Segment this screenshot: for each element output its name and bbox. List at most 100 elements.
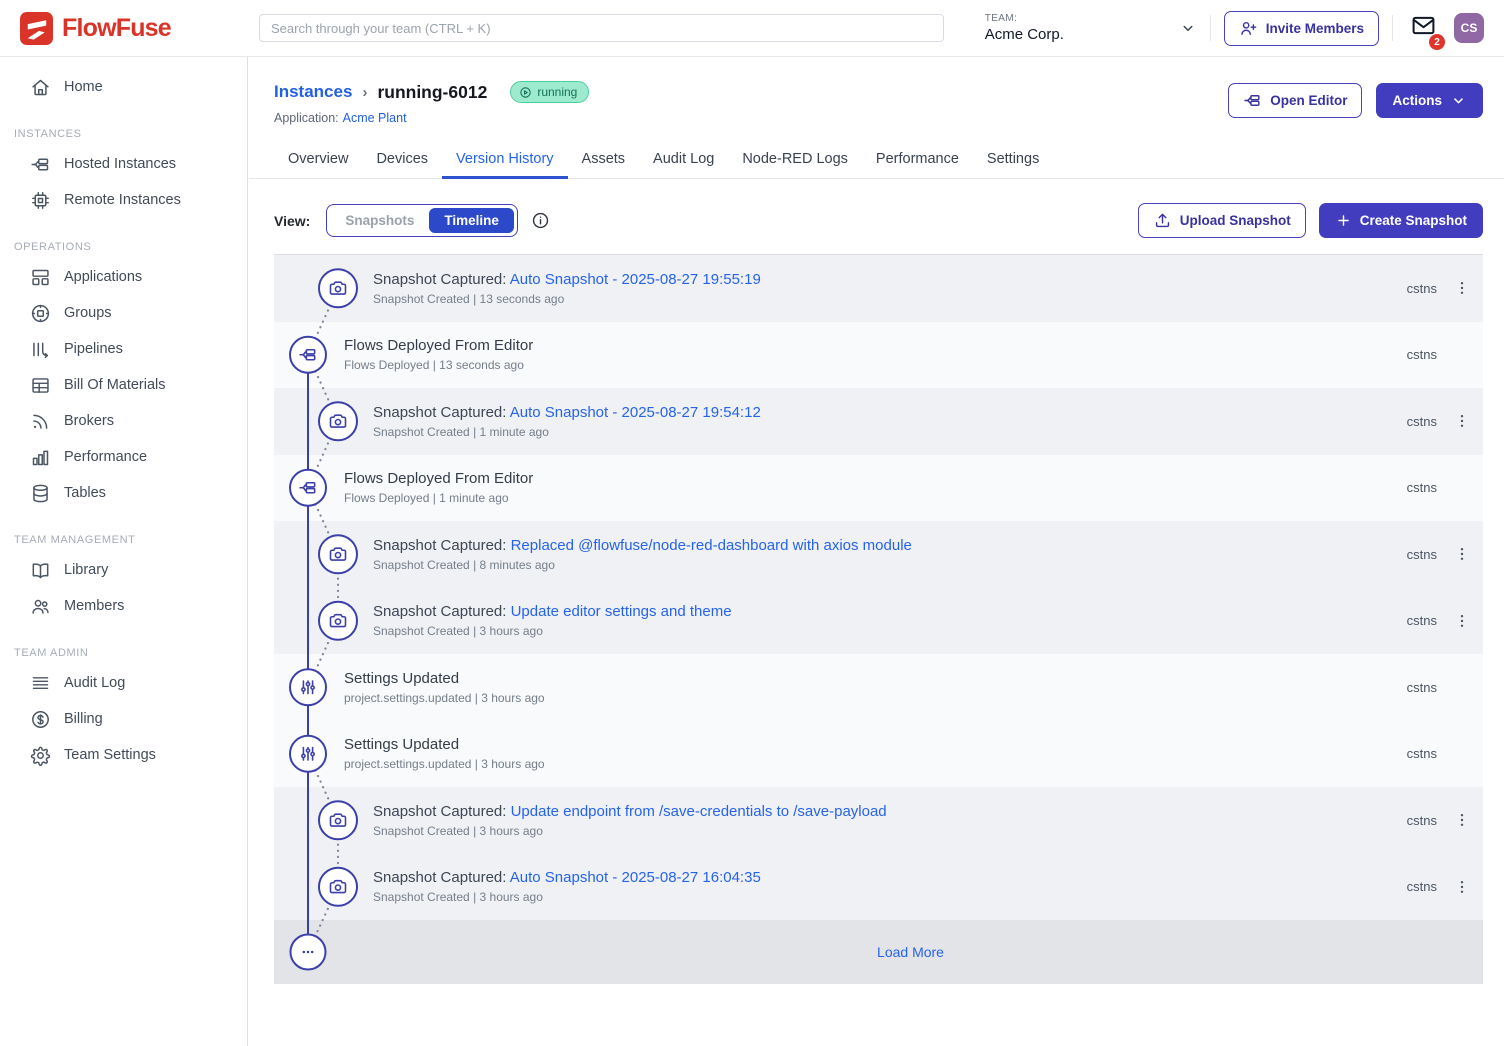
sidebar-item-label: Groups — [64, 305, 112, 321]
kebab-menu-button[interactable] — [1453, 611, 1471, 631]
invite-members-button[interactable]: Invite Members — [1224, 11, 1379, 46]
event-title: Snapshot Captured: Auto Snapshot - 2025-… — [373, 271, 761, 288]
sidebar-item-hosted-instances[interactable]: Hosted Instances — [0, 146, 247, 182]
sidebar-item-home[interactable]: Home — [0, 69, 247, 105]
open-editor-button[interactable]: Open Editor — [1228, 83, 1362, 118]
load-more-link[interactable]: Load More — [877, 944, 944, 960]
tab-audit-log[interactable]: Audit Log — [639, 142, 728, 178]
sidebar-item-remote-instances[interactable]: Remote Instances — [0, 182, 247, 218]
kebab-icon — [1453, 612, 1471, 630]
flowfuse-logo[interactable]: FlowFuse — [0, 12, 248, 45]
snapshot-link[interactable]: Replaced @flowfuse/node-red-dashboard wi… — [511, 537, 912, 554]
plus-icon — [1335, 212, 1352, 229]
event-title: Flows Deployed From Editor — [344, 337, 533, 354]
notifications-button[interactable]: 2 — [1410, 12, 1437, 44]
toggle-timeline[interactable]: Timeline — [429, 208, 514, 233]
tab-performance[interactable]: Performance — [862, 142, 973, 178]
actions-button[interactable]: Actions — [1376, 83, 1483, 118]
sidebar-item-billing[interactable]: Billing — [0, 701, 247, 737]
timeline-row: Snapshot Captured: Auto Snapshot - 2025-… — [274, 388, 1483, 455]
sidebar-item-label: Audit Log — [64, 675, 125, 691]
info-icon[interactable] — [531, 211, 550, 230]
event-user: cstns — [1407, 547, 1437, 562]
sidebar-item-audit-log[interactable]: Audit Log — [0, 665, 247, 701]
kebab-menu-button[interactable] — [1453, 810, 1471, 830]
sidebar-item-pipelines[interactable]: Pipelines — [0, 331, 247, 367]
avatar[interactable]: CS — [1454, 13, 1484, 43]
event-title-prefix: Snapshot Captured: — [373, 537, 511, 554]
search-input[interactable] — [259, 14, 944, 42]
kebab-icon — [1453, 811, 1471, 829]
sidebar-section-team-admin: TEAM ADMIN — [14, 647, 247, 659]
event-meta: Snapshot Created | 8 minutes ago — [373, 558, 912, 572]
event-body: Snapshot Captured: Auto Snapshot - 2025-… — [373, 271, 761, 306]
event-meta: Snapshot Created | 1 minute ago — [373, 425, 761, 439]
snapshot-link[interactable]: Auto Snapshot - 2025-08-27 16:04:35 — [510, 869, 761, 886]
tab-node-red-logs[interactable]: Node-RED Logs — [728, 142, 862, 178]
gear-icon — [30, 745, 51, 766]
divider — [1392, 15, 1393, 41]
toggle-snapshots[interactable]: Snapshots — [330, 208, 429, 233]
sidebar-item-performance[interactable]: Performance — [0, 439, 247, 475]
tab-devices[interactable]: Devices — [362, 142, 442, 178]
timeline-row: Settings Updatedproject.settings.updated… — [274, 721, 1483, 788]
broker-icon — [30, 411, 51, 432]
performance-icon — [30, 447, 51, 468]
event-right: cstns — [1407, 278, 1483, 298]
tables-icon — [30, 483, 51, 504]
sidebar-item-team-settings[interactable]: Team Settings — [0, 737, 247, 773]
event-user: cstns — [1407, 480, 1437, 495]
tab-bar: OverviewDevicesVersion HistoryAssetsAudi… — [249, 142, 1504, 179]
application-link[interactable]: Acme Plant — [343, 111, 407, 125]
sidebar-item-library[interactable]: Library — [0, 552, 247, 588]
team-selector[interactable]: TEAM: Acme Corp. — [985, 13, 1197, 43]
kebab-menu-button[interactable] — [1453, 278, 1471, 298]
open-editor-label: Open Editor — [1270, 93, 1347, 108]
upload-snapshot-button[interactable]: Upload Snapshot — [1138, 203, 1306, 238]
team-label: TEAM: — [985, 13, 1064, 24]
sidebar-item-groups[interactable]: Groups — [0, 295, 247, 331]
home-icon — [30, 77, 51, 98]
event-title-prefix: Snapshot Captured: — [373, 404, 510, 421]
kebab-menu-button[interactable] — [1453, 411, 1471, 431]
instance-name: running-6012 — [377, 82, 487, 103]
event-user: cstns — [1407, 347, 1437, 362]
event-title-prefix: Snapshot Captured: — [373, 869, 510, 886]
play-circle-icon — [519, 86, 532, 99]
snapshot-link[interactable]: Update editor settings and theme — [511, 603, 732, 620]
event-title: Settings Updated — [344, 736, 545, 753]
sidebar-item-members[interactable]: Members — [0, 588, 247, 624]
sidebar-item-label: Home — [64, 79, 103, 95]
tab-assets[interactable]: Assets — [568, 142, 640, 178]
sidebar: HomeINSTANCESHosted InstancesRemote Inst… — [0, 57, 248, 1046]
snapshot-link[interactable]: Update endpoint from /save-credentials t… — [511, 803, 887, 820]
kebab-icon — [1453, 279, 1471, 297]
kebab-menu-button[interactable] — [1453, 544, 1471, 564]
invite-members-label: Invite Members — [1266, 21, 1364, 36]
sidebar-item-label: Bill Of Materials — [64, 377, 166, 393]
sidebar-item-brokers[interactable]: Brokers — [0, 403, 247, 439]
main-content: Instances › running-6012 running Applica… — [249, 57, 1504, 1046]
tab-settings[interactable]: Settings — [973, 142, 1053, 178]
snapshot-link[interactable]: Auto Snapshot - 2025-08-27 19:54:12 — [510, 404, 761, 421]
event-body: Snapshot Captured: Replaced @flowfuse/no… — [373, 537, 912, 572]
breadcrumb-instances-link[interactable]: Instances — [274, 82, 352, 102]
event-title: Flows Deployed From Editor — [344, 470, 533, 487]
sidebar-item-bill-of-materials[interactable]: Bill Of Materials — [0, 367, 247, 403]
kebab-menu-button[interactable] — [1453, 877, 1471, 897]
event-body: Settings Updatedproject.settings.updated… — [344, 736, 545, 771]
event-user: cstns — [1407, 281, 1437, 296]
projects-icon — [30, 154, 51, 175]
tab-overview[interactable]: Overview — [274, 142, 362, 178]
sidebar-item-applications[interactable]: Applications — [0, 259, 247, 295]
tab-version-history[interactable]: Version History — [442, 142, 568, 178]
create-snapshot-button[interactable]: Create Snapshot — [1319, 203, 1483, 238]
event-body: Settings Updatedproject.settings.updated… — [344, 670, 545, 705]
sidebar-item-tables[interactable]: Tables — [0, 475, 247, 511]
event-title: Snapshot Captured: Update editor setting… — [373, 603, 732, 620]
snapshot-link[interactable]: Auto Snapshot - 2025-08-27 19:55:19 — [510, 271, 761, 288]
timeline-row: Flows Deployed From EditorFlows Deployed… — [274, 455, 1483, 522]
flowfuse-logo-icon — [20, 12, 53, 45]
event-right: cstns — [1407, 345, 1483, 365]
event-meta: Snapshot Created | 13 seconds ago — [373, 292, 761, 306]
